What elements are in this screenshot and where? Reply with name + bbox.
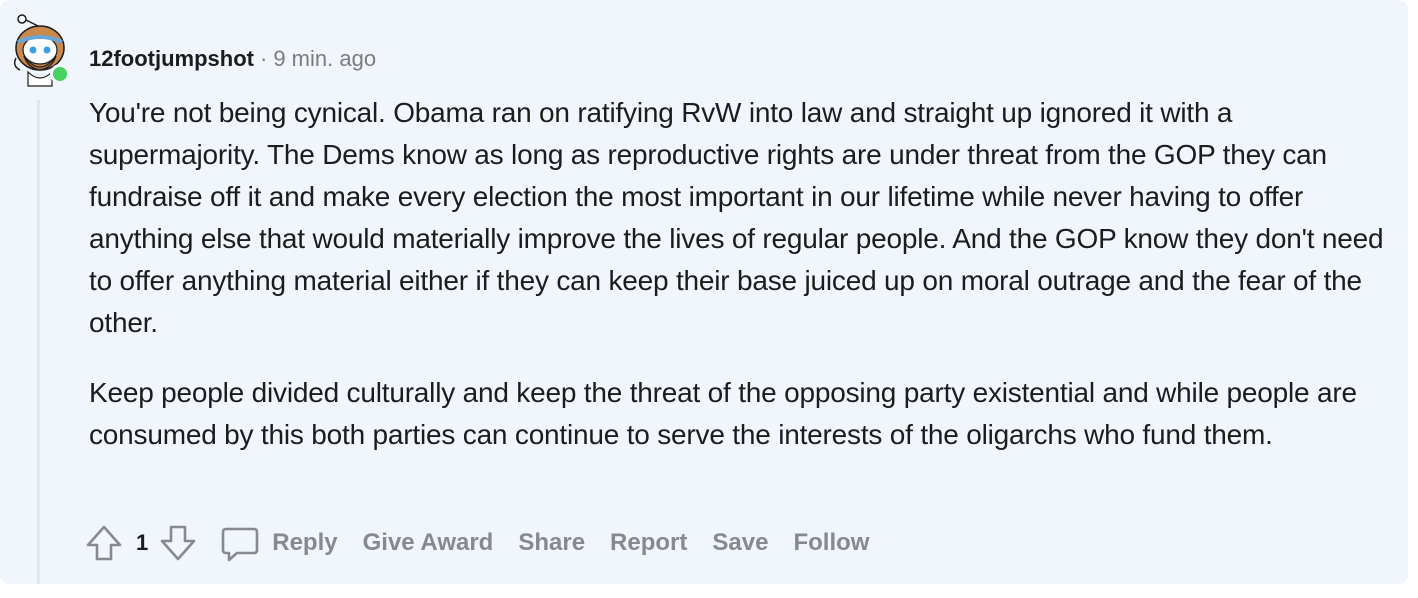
reply-label: Reply — [272, 529, 338, 556]
meta-separator: · — [260, 46, 268, 71]
save-button[interactable]: Save — [712, 529, 768, 557]
vote-count: 1 — [136, 530, 149, 555]
follow-button[interactable]: Follow — [793, 529, 869, 557]
share-button[interactable]: Share — [518, 529, 585, 557]
save-label: Save — [712, 529, 769, 556]
share-label: Share — [518, 529, 586, 556]
report-label: Report — [610, 529, 688, 556]
follow-label: Follow — [793, 529, 870, 556]
give-award-button[interactable]: Give Award — [363, 529, 494, 557]
comment-body: You're not being cynical. Obama ran on r… — [89, 92, 1409, 484]
report-button[interactable]: Report — [610, 529, 687, 557]
downvote-arrow-icon — [160, 525, 196, 561]
comment-timestamp[interactable]: 9 min. ago — [273, 46, 376, 71]
upvote-arrow-icon — [86, 525, 122, 561]
comment-meta: 12footjumpshot · 9 min. ago — [89, 44, 376, 74]
comment-card: 12footjumpshot · 9 min. ago You're not bei… — [0, 0, 1408, 584]
author-username[interactable]: 12footjumpshot — [89, 46, 254, 71]
online-status-dot — [50, 64, 70, 84]
give-award-label: Give Award — [362, 529, 494, 556]
comment-paragraph-1: You're not being cynical. Obama ran on r… — [89, 97, 1384, 338]
comment-actions: 1 Reply Give Award Share Report Save Fol… — [84, 520, 894, 566]
thread-line[interactable] — [37, 100, 40, 584]
upvote-button[interactable] — [84, 523, 124, 563]
comment-paragraph-2: Keep people divided culturally and keep … — [89, 377, 1357, 450]
downvote-button[interactable] — [158, 523, 198, 563]
reply-button[interactable]: Reply — [220, 523, 338, 563]
comment-bubble-icon — [221, 527, 259, 562]
